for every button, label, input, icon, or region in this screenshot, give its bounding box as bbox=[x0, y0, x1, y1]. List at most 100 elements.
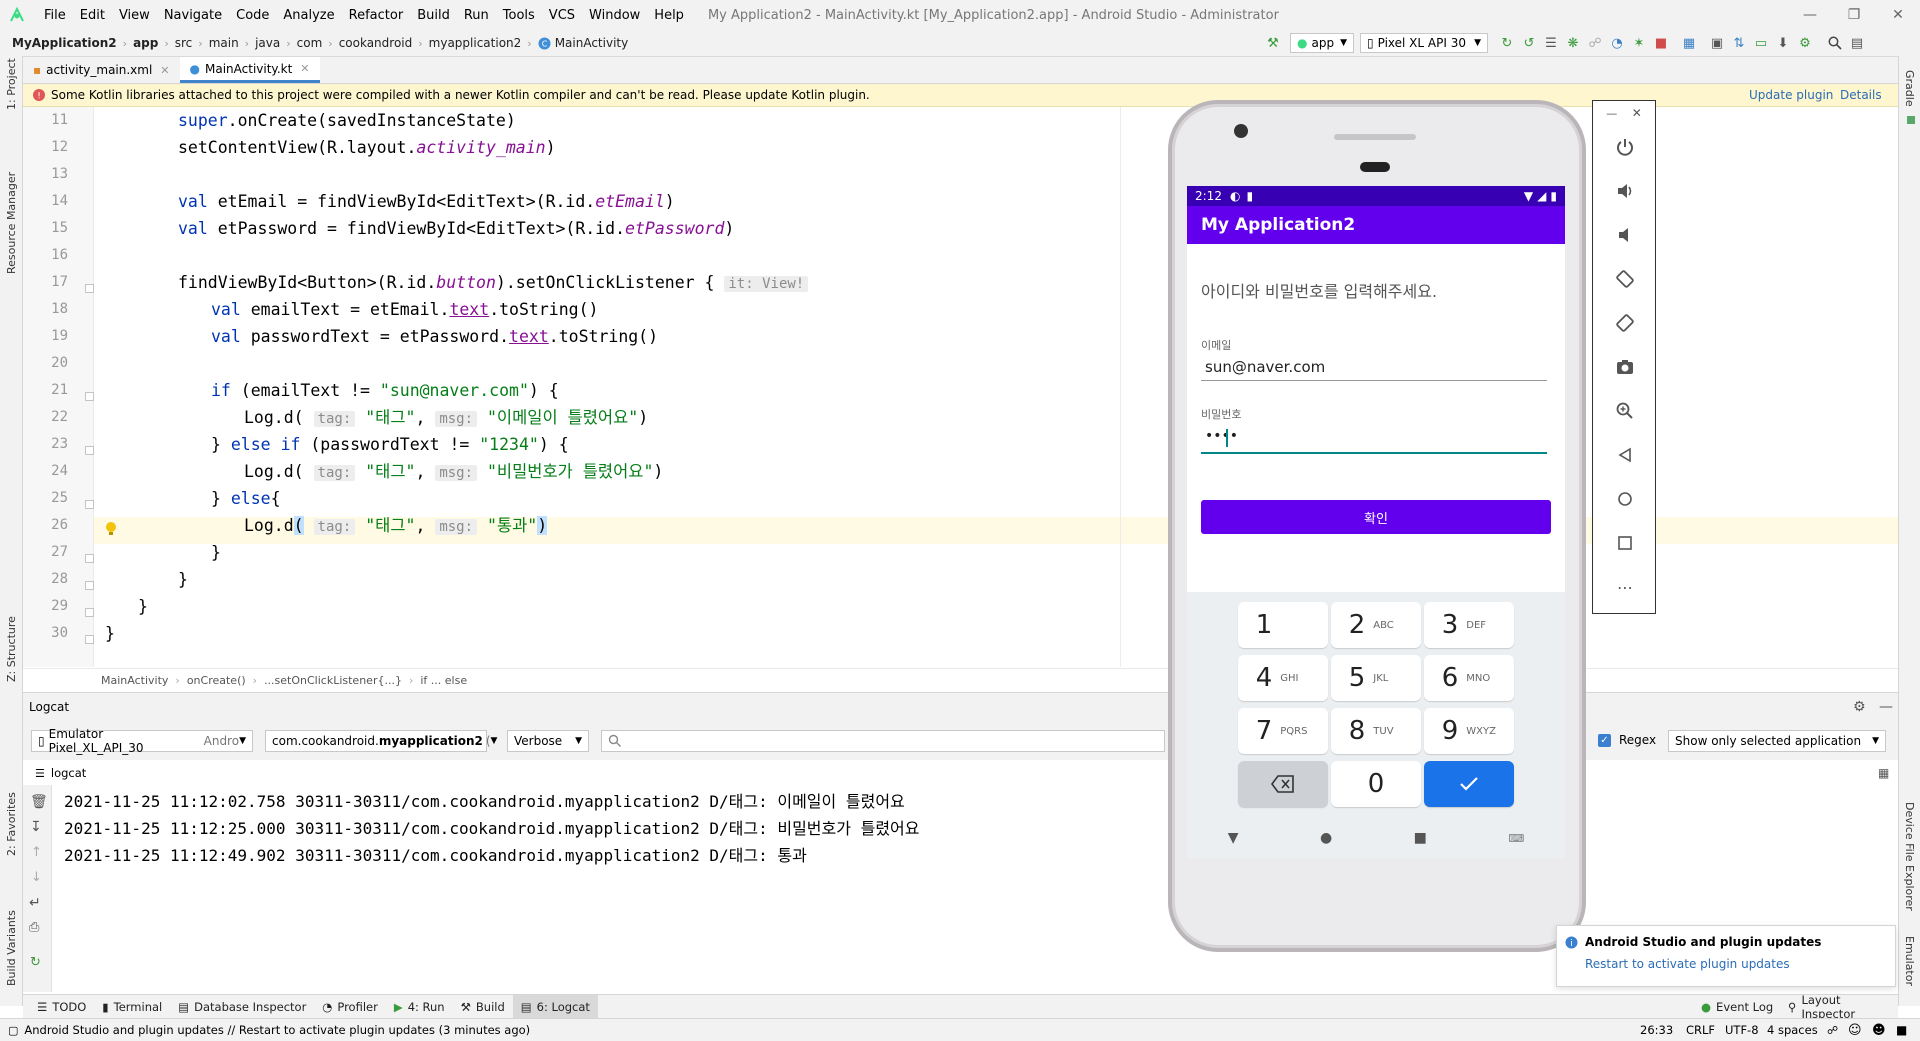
arrow-down-icon[interactable]: ↓ bbox=[31, 870, 42, 885]
nav-back-icon[interactable]: ▼ bbox=[1228, 830, 1239, 846]
breadcrumb-src[interactable]: src bbox=[175, 36, 193, 50]
fold-marker[interactable] bbox=[85, 581, 94, 590]
smiley-icon[interactable]: ☺ bbox=[1848, 1023, 1862, 1038]
update-plugin-link[interactable]: Update plugin bbox=[1749, 88, 1833, 102]
minimize-icon[interactable]: — bbox=[1606, 107, 1617, 120]
status-message[interactable]: Android Studio and plugin updates // Res… bbox=[24, 1023, 530, 1037]
keyboard-icon[interactable]: ⌨ bbox=[1508, 832, 1524, 845]
restart-icon[interactable]: ↻ bbox=[30, 955, 41, 970]
key-2[interactable]: 2 ABC bbox=[1331, 602, 1421, 648]
breadcrumb-com[interactable]: com bbox=[297, 36, 323, 50]
tool-terminal[interactable]: ▮ Terminal bbox=[94, 995, 170, 1019]
tool-database-inspector[interactable]: ▤ Database Inspector bbox=[170, 995, 314, 1019]
log-level-select[interactable]: Verbose ▼ bbox=[507, 730, 589, 752]
attach-debugger-icon[interactable]: ☍ bbox=[1584, 32, 1606, 54]
menu-analyze[interactable]: Analyze bbox=[283, 8, 334, 23]
arrow-up-icon[interactable]: ↑ bbox=[31, 845, 42, 860]
key-3[interactable]: 3 DEF bbox=[1424, 602, 1514, 648]
fold-marker[interactable] bbox=[85, 554, 94, 563]
back-triangle-icon[interactable] bbox=[1593, 433, 1657, 477]
nav-recents-icon[interactable]: ■ bbox=[1414, 830, 1427, 846]
close-icon[interactable]: ✕ bbox=[1876, 0, 1920, 30]
breadcrumb-cookandroid[interactable]: cookandroid bbox=[339, 36, 413, 50]
hammer-icon[interactable]: ⚒ bbox=[1262, 32, 1284, 54]
breadcrumb-myapplication2[interactable]: myapplication2 bbox=[429, 36, 522, 50]
close-icon[interactable]: ✕ bbox=[1632, 106, 1642, 120]
key-6[interactable]: 6 MNO bbox=[1424, 655, 1514, 701]
device-manager-icon[interactable]: ▣ bbox=[1706, 32, 1728, 54]
menu-window[interactable]: Window bbox=[589, 8, 640, 23]
logcat-process-select[interactable]: com.cookandroid. myapplication2 ( ▼ bbox=[265, 730, 497, 752]
tool-build[interactable]: ⚒ Build bbox=[453, 995, 513, 1019]
tool-event-log[interactable]: ● Event Log bbox=[1693, 995, 1781, 1019]
fold-marker[interactable] bbox=[85, 446, 94, 455]
tool-build-variants[interactable]: Build Variants bbox=[5, 910, 18, 986]
menu-code[interactable]: Code bbox=[236, 8, 269, 23]
tool-favorites[interactable]: 2: Favorites bbox=[5, 792, 18, 856]
key-1[interactable]: 1 bbox=[1238, 602, 1328, 648]
avd-manager-icon[interactable]: ▭ bbox=[1750, 32, 1772, 54]
indent-setting[interactable]: 4 spaces bbox=[1767, 1023, 1818, 1037]
camera-icon[interactable] bbox=[1593, 345, 1657, 389]
tool-resource-manager[interactable]: Resource Manager bbox=[5, 172, 18, 274]
lightbulb-icon[interactable] bbox=[105, 521, 117, 537]
tool-todo[interactable]: ☰ TODO bbox=[29, 995, 94, 1019]
volume-down-icon[interactable] bbox=[1593, 213, 1657, 257]
rerun-icon[interactable]: ↻ bbox=[1496, 32, 1518, 54]
menu-help[interactable]: Help bbox=[654, 8, 684, 23]
scroll-end-icon[interactable]: ↧ bbox=[30, 819, 42, 835]
logcat-filter-select[interactable]: Show only selected application ▼ bbox=[1668, 730, 1886, 752]
caret-position[interactable]: 26:33 bbox=[1640, 1023, 1673, 1037]
fold-marker[interactable] bbox=[85, 608, 94, 617]
menu-file[interactable]: File bbox=[44, 8, 66, 23]
file-encoding[interactable]: UTF-8 bbox=[1725, 1023, 1759, 1037]
tool-profiler[interactable]: ◔ Profiler bbox=[314, 995, 386, 1019]
restore-icon[interactable]: ❐ bbox=[1832, 0, 1876, 30]
menu-view[interactable]: View bbox=[119, 8, 150, 23]
menu-run[interactable]: Run bbox=[464, 8, 489, 23]
tab-activity-main-xml[interactable]: ▪ activity_main.xml ✕ bbox=[23, 57, 180, 83]
sync-gradle-icon[interactable]: ⇅ bbox=[1728, 32, 1750, 54]
tool-layout-inspector[interactable]: ⚲ Layout Inspector bbox=[1780, 993, 1898, 1021]
email-input[interactable]: sun@naver.com bbox=[1201, 356, 1547, 381]
menu-tools[interactable]: Tools bbox=[503, 8, 535, 23]
breadcrumb-project[interactable]: MyApplication2 bbox=[12, 36, 117, 50]
debug-icon[interactable]: ❋ bbox=[1562, 32, 1584, 54]
restart-plugin-link[interactable]: Restart to activate plugin updates bbox=[1585, 957, 1790, 971]
close-tab-icon[interactable]: ✕ bbox=[300, 62, 309, 75]
menu-edit[interactable]: Edit bbox=[80, 8, 105, 23]
settings-sync-icon[interactable]: ▤ bbox=[1846, 32, 1868, 54]
sdk-manager-icon[interactable]: ⬇ bbox=[1772, 32, 1794, 54]
home-circle-icon[interactable] bbox=[1593, 477, 1657, 521]
key-7[interactable]: 7 PQRS bbox=[1238, 708, 1328, 754]
crumb-if-else[interactable]: if ... else bbox=[420, 674, 467, 687]
apply-code-changes-icon[interactable]: ☰ bbox=[1540, 32, 1562, 54]
emulator-screen[interactable]: 2:12 ◐ ▮ ▼ ◢ ▮ My Application2 아이디와 비밀번호… bbox=[1187, 186, 1565, 858]
crumb-setonclicklistener[interactable]: ...setOnClickListener{...} bbox=[264, 674, 402, 687]
fold-marker[interactable] bbox=[85, 500, 94, 509]
menu-refactor[interactable]: Refactor bbox=[349, 8, 404, 23]
menu-build[interactable]: Build bbox=[417, 8, 450, 23]
breadcrumb-app[interactable]: app bbox=[133, 36, 158, 50]
crumb-mainactivity[interactable]: MainActivity bbox=[101, 674, 168, 687]
rotate-right-icon[interactable] bbox=[1593, 301, 1657, 345]
menu-vcs[interactable]: VCS bbox=[549, 8, 575, 23]
tool-logcat[interactable]: ▤ 6: Logcat bbox=[512, 995, 598, 1019]
tool-emulator[interactable]: Emulator bbox=[1903, 936, 1916, 986]
run-configuration-select[interactable]: ● app ▼ bbox=[1290, 33, 1354, 53]
layout-icon[interactable]: ▦ bbox=[1878, 766, 1889, 780]
menu-navigate[interactable]: Navigate bbox=[164, 8, 222, 23]
face-icon[interactable]: ☻ bbox=[1872, 1023, 1886, 1038]
tool-device-file-explorer[interactable]: Device File Explorer bbox=[1903, 802, 1916, 911]
key-done[interactable] bbox=[1424, 761, 1514, 807]
zoom-icon[interactable] bbox=[1593, 389, 1657, 433]
rotate-left-icon[interactable] bbox=[1593, 257, 1657, 301]
volume-up-icon[interactable] bbox=[1593, 169, 1657, 213]
logcat-search-input[interactable] bbox=[601, 730, 1165, 752]
key-backspace[interactable] bbox=[1238, 761, 1328, 807]
gear-icon[interactable]: ⚙ bbox=[1853, 699, 1866, 715]
key-0[interactable]: 0 bbox=[1331, 761, 1421, 807]
key-5[interactable]: 5 JKL bbox=[1331, 655, 1421, 701]
more-icon[interactable]: ⋯ bbox=[1593, 565, 1657, 609]
logcat-subtab[interactable]: logcat bbox=[51, 766, 86, 780]
